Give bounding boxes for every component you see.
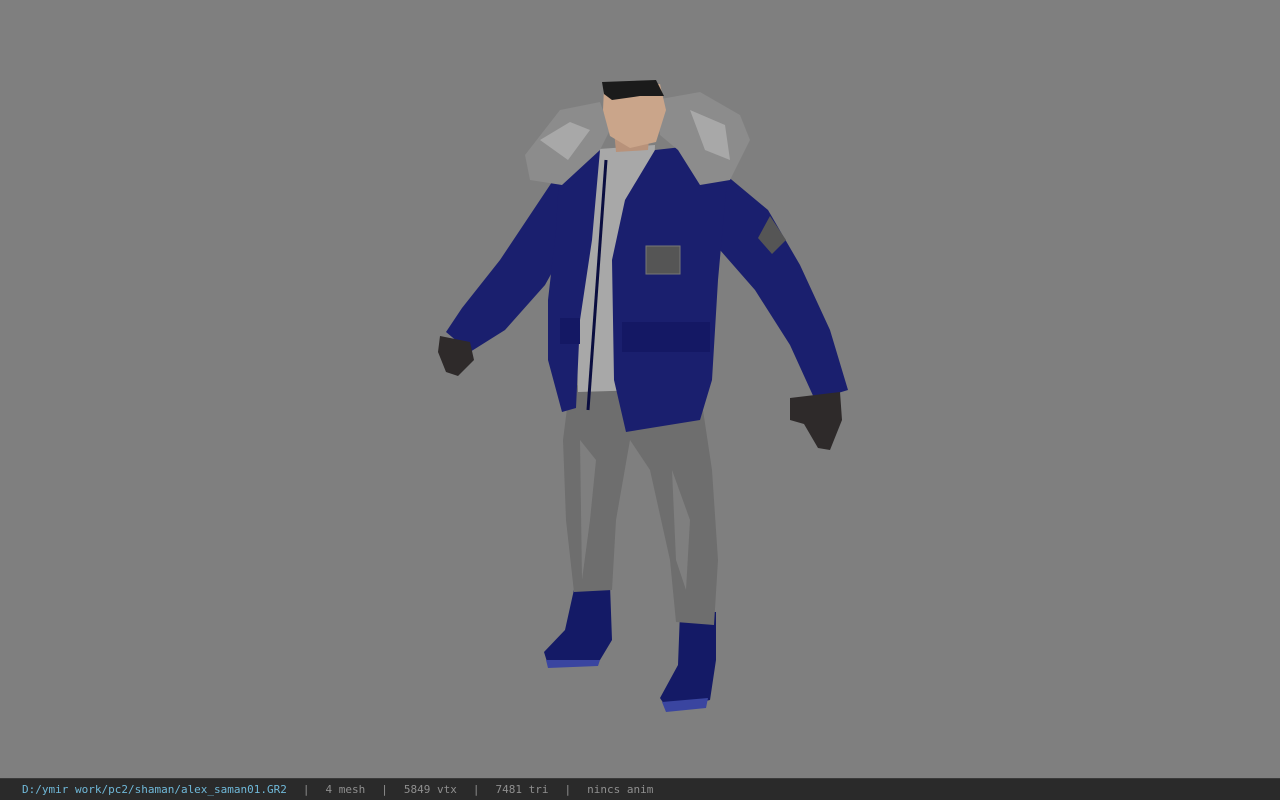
triangle-count-label: 7481 tri (495, 783, 549, 796)
separator: | (381, 783, 388, 796)
right-glove (790, 392, 842, 450)
right-boot (660, 612, 716, 710)
left-glove (438, 336, 474, 376)
status-bar: D:/ymir work/pc2/shaman/alex_saman01.GR2… (0, 778, 1280, 800)
left-boot (544, 585, 612, 665)
anim-status-label: nincs anim (587, 783, 654, 796)
3d-viewport[interactable] (0, 0, 1280, 778)
mesh-count-label: 4 mesh (325, 783, 366, 796)
chest-badge (645, 245, 681, 275)
file-path-label: D:/ymir work/pc2/shaman/alex_saman01.GR2 (22, 783, 287, 796)
vertex-count-label: 5849 vtx (403, 783, 457, 796)
character-model (438, 80, 848, 712)
separator: | (472, 783, 480, 796)
right-sleeve (720, 170, 848, 400)
separator: | (302, 783, 310, 796)
separator: | (564, 783, 572, 796)
